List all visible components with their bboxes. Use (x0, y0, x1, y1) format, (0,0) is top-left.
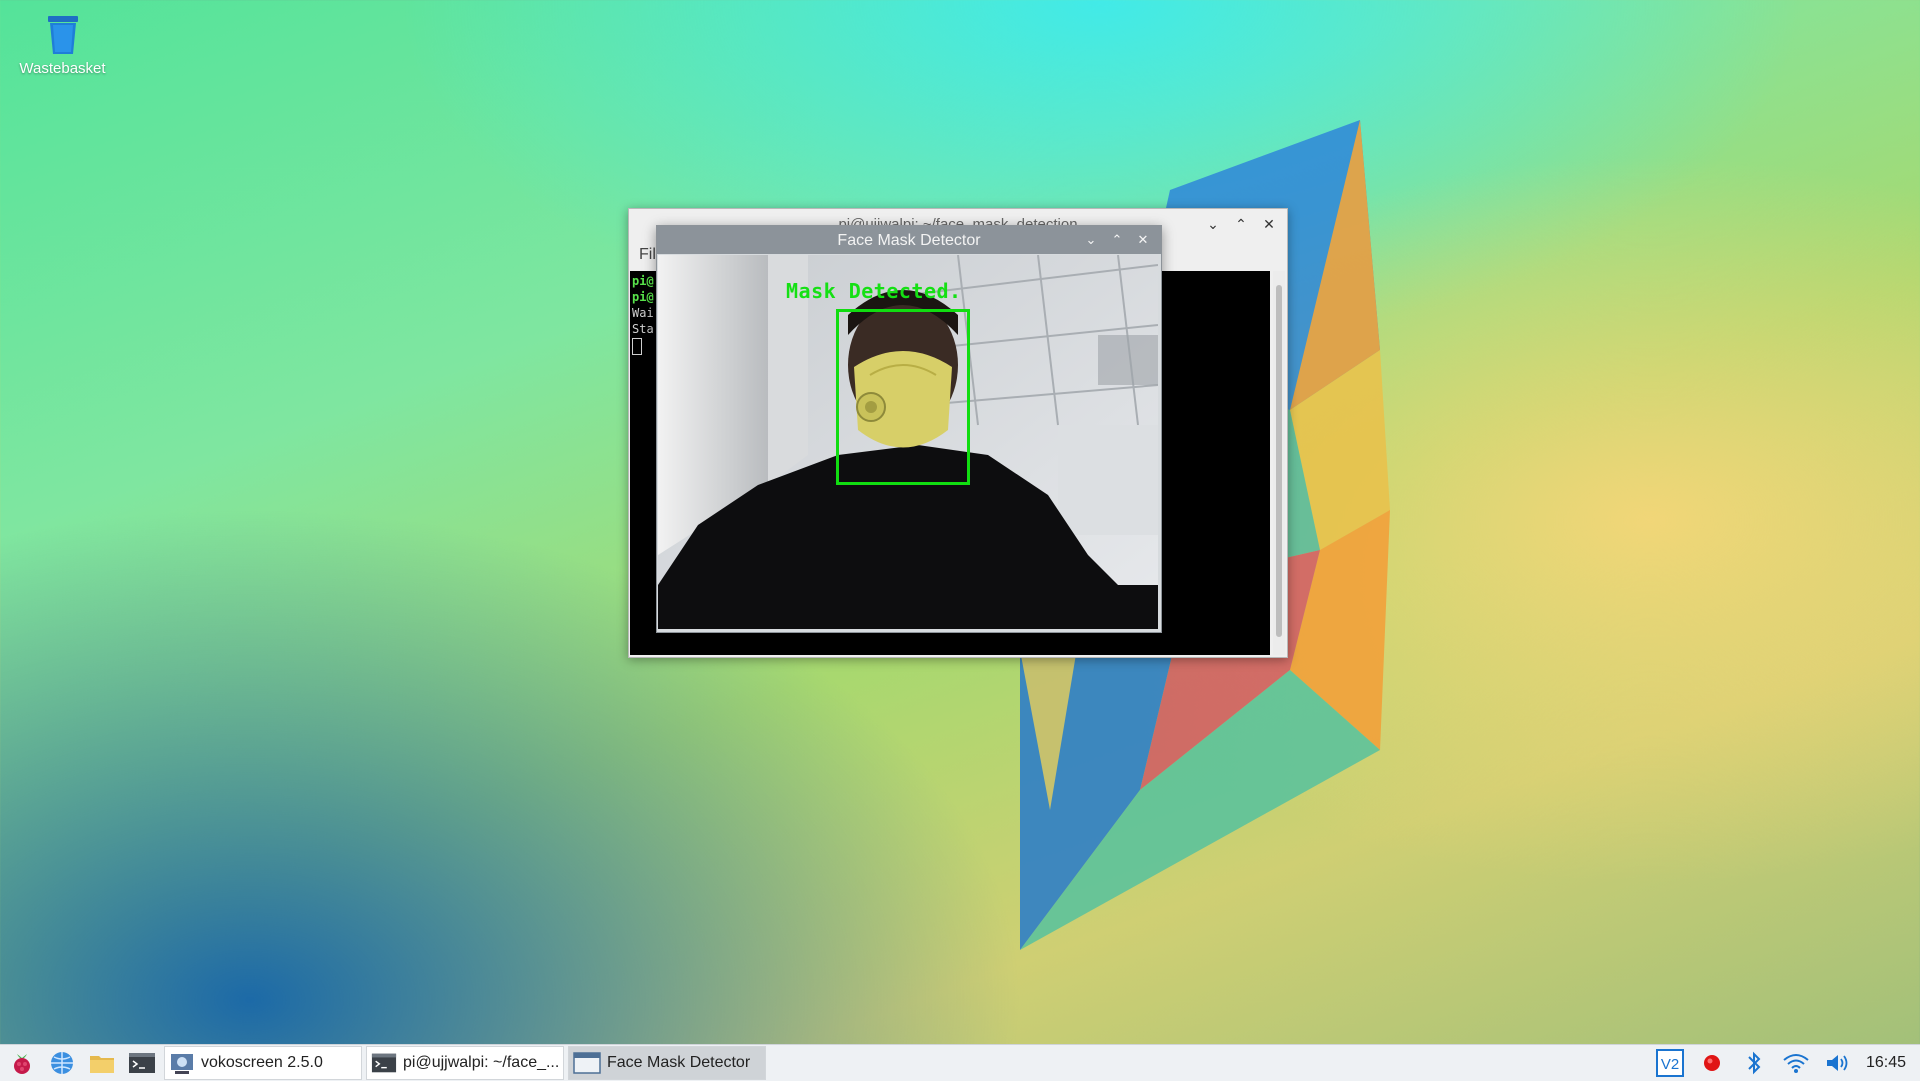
detection-label: Mask Detected. (786, 279, 962, 303)
record-button[interactable] (1698, 1049, 1726, 1077)
volume-button[interactable] (1824, 1049, 1852, 1077)
svg-text:V2: V2 (1661, 1056, 1679, 1073)
maximize-icon[interactable]: ⌃ (1231, 214, 1251, 234)
terminal-icon (129, 1053, 155, 1073)
file-manager-button[interactable] (84, 1045, 120, 1081)
record-icon (1703, 1055, 1720, 1071)
bluetooth-button[interactable] (1740, 1049, 1768, 1077)
bluetooth-icon (1748, 1051, 1761, 1075)
close-icon[interactable]: ✕ (1259, 214, 1279, 234)
vokoscreen-icon (171, 1054, 193, 1074)
scrollbar-thumb[interactable] (1276, 285, 1282, 637)
clock[interactable]: 16:45 (1866, 1054, 1906, 1072)
vnc-button[interactable]: V2 (1655, 1049, 1684, 1077)
menu-file[interactable]: Fil (639, 246, 656, 264)
wifi-icon (1783, 1054, 1809, 1073)
terminal-scrollbar[interactable] (1273, 271, 1285, 655)
window-icon (573, 1052, 601, 1074)
face-detection-box (836, 309, 970, 485)
vnc-icon: V2 (1655, 1049, 1684, 1077)
file-manager-icon (90, 1056, 114, 1073)
task-label: pi@ujjwalpi: ~/face_... (403, 1054, 560, 1071)
desktop-icon-wastebasket[interactable]: Wastebasket (10, 12, 115, 77)
taskbar: vokoscreen 2.5.0 pi@ujjwalpi: ~/face_...… (0, 1044, 1920, 1081)
detector-titlebar[interactable]: Face Mask Detector ⌄ ⌃ ✕ (657, 226, 1161, 254)
wifi-button[interactable] (1782, 1049, 1810, 1077)
minimize-icon[interactable]: ⌄ (1203, 214, 1223, 234)
task-vokoscreen[interactable]: vokoscreen 2.5.0 (164, 1046, 362, 1080)
task-terminal[interactable]: pi@ujjwalpi: ~/face_... (366, 1046, 564, 1080)
minimize-icon[interactable]: ⌄ (1081, 230, 1101, 250)
terminal-icon (371, 1053, 397, 1073)
raspberry-menu-icon (14, 1054, 30, 1074)
desktop-icon-label: Wastebasket (19, 60, 106, 77)
raspberry-menu-button[interactable] (4, 1045, 40, 1081)
task-label: Face Mask Detector (607, 1054, 751, 1071)
web-browser-button[interactable] (44, 1045, 80, 1081)
trash-icon (47, 16, 78, 54)
face-mask-detector-window[interactable]: Face Mask Detector ⌄ ⌃ ✕ Mask Detected. (656, 225, 1162, 633)
close-icon[interactable]: ✕ (1133, 230, 1153, 250)
terminal-cursor (632, 338, 642, 355)
task-face-mask-detector[interactable]: Face Mask Detector (568, 1046, 766, 1080)
web-browser-icon (51, 1052, 73, 1074)
volume-icon (1826, 1055, 1848, 1071)
maximize-icon[interactable]: ⌃ (1107, 230, 1127, 250)
task-label: vokoscreen 2.5.0 (201, 1054, 323, 1071)
system-tray: V2 16:45 (1655, 1045, 1920, 1081)
camera-feed: Mask Detected. (658, 255, 1158, 629)
terminal-button[interactable] (124, 1045, 160, 1081)
